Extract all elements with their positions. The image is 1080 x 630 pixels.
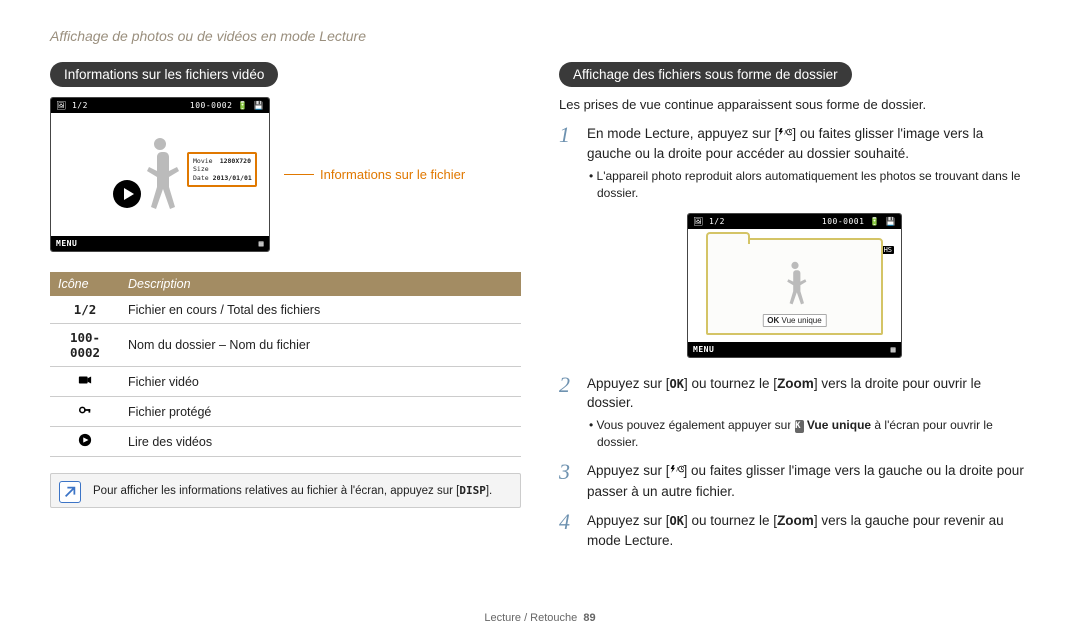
- heading-video-info: Informations sur les fichiers vidéo: [50, 62, 278, 87]
- breadcrumb: Affichage de photos ou de vidéos en mode…: [50, 28, 1030, 44]
- right-column: Affichage des fichiers sous forme de dos…: [559, 62, 1030, 560]
- table-row: 1/2 Fichier en cours / Total des fichier…: [50, 296, 521, 324]
- lock-icon: [50, 397, 120, 427]
- ok-key: OK: [670, 377, 684, 391]
- vue-unique-button[interactable]: OK Vue unique: [762, 314, 826, 327]
- camera-lcd-folder: 🖼 1/2 100-0001 🔋 💾 HS OK Vue unique MENU…: [687, 213, 902, 358]
- note-icon: [59, 481, 81, 503]
- flash-timer-icon: /: [778, 125, 792, 145]
- note-box: Pour afficher les informations relatives…: [50, 473, 521, 508]
- svg-text:/: /: [676, 467, 678, 474]
- page-footer: Lecture / Retouche 89: [0, 612, 1080, 624]
- folder-intro: Les prises de vue continue apparaissent …: [559, 97, 1030, 112]
- ok-key: OK: [670, 514, 684, 528]
- thumb-icon: ▦: [891, 345, 896, 354]
- silhouette-figure: [130, 130, 190, 220]
- lcd-index: 1/2: [72, 101, 88, 110]
- heading-folder-view: Affichage des fichiers sous forme de dos…: [559, 62, 852, 87]
- disp-key: DISP: [459, 484, 486, 497]
- callout-file-info: Informations sur le fichier: [284, 167, 465, 182]
- table-row: 100-0002 Nom du dossier – Nom du fichier: [50, 324, 521, 367]
- play-icon: [50, 427, 120, 457]
- left-column: Informations sur les fichiers vidéo 🖼 1/…: [50, 62, 521, 560]
- thumb-icon: ▦: [259, 239, 264, 248]
- table-row: Fichier protégé: [50, 397, 521, 427]
- icon-description-table: Icône Description 1/2 Fichier en cours /…: [50, 272, 521, 457]
- hs-badge: HS: [882, 246, 894, 254]
- svg-text:/: /: [785, 129, 787, 136]
- file-info-box: Movie Size1280X720 Date2013/01/01: [187, 152, 257, 187]
- menu-label: MENU: [56, 239, 77, 248]
- step-3: 3 Appuyez sur [/] ou faites glisser l'im…: [559, 461, 1030, 501]
- step-1: 1 En mode Lecture, appuyez sur [/] ou fa…: [559, 124, 1030, 203]
- ok-chip: OK: [795, 420, 804, 433]
- flash-timer-icon: /: [670, 462, 684, 482]
- play-icon: [113, 180, 141, 208]
- camera-lcd-video: 🖼 1/2 100-0002 🔋 💾 Movie Size1280X720 Da…: [50, 97, 270, 252]
- lcd-filename: 100-0002: [190, 101, 233, 110]
- step-4: 4 Appuyez sur [OK] ou tournez le [Zoom] …: [559, 511, 1030, 550]
- th-icon: Icône: [50, 272, 120, 296]
- table-row: Fichier vidéo: [50, 367, 521, 397]
- table-row: Lire des vidéos: [50, 427, 521, 457]
- step-2: 2 Appuyez sur [OK] ou tournez le [Zoom] …: [559, 374, 1030, 452]
- video-icon: [50, 367, 120, 397]
- folder-icon: OK Vue unique: [706, 238, 883, 335]
- th-description: Description: [120, 272, 521, 296]
